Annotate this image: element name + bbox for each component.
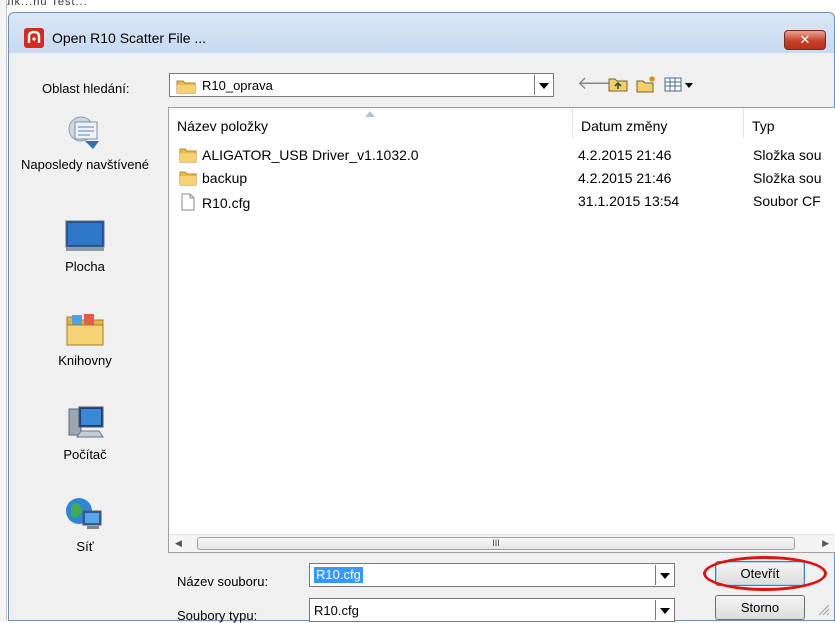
up-folder-icon[interactable] (607, 75, 629, 93)
cancel-button[interactable]: Storno (715, 595, 805, 620)
chevron-down-icon[interactable] (655, 600, 673, 620)
open-file-dialog: Open R10 Scatter File ... ✕ Oblast hledá… (8, 12, 835, 623)
file-row[interactable]: R10.cfg 31.1.2015 13:54 Soubor CF (169, 190, 835, 212)
place-label: Počítač (63, 447, 107, 462)
file-name-field[interactable]: R10.cfg (309, 563, 675, 587)
horizontal-scrollbar[interactable]: ◀ III ▶ (169, 534, 835, 552)
view-menu-icon[interactable] (663, 75, 697, 93)
background-window-edge (0, 0, 7, 621)
scroll-right-icon[interactable]: ▶ (822, 538, 829, 549)
file-name-value: R10.cfg (314, 567, 363, 583)
place-label: Naposledy navštívené (21, 157, 149, 172)
file-name: R10.cfg (202, 195, 251, 211)
folder-icon (176, 80, 196, 94)
file-type: Soubor CF (753, 193, 821, 209)
place-libraries[interactable]: Knihovny (9, 309, 161, 368)
resize-grip-icon[interactable] (818, 604, 830, 616)
look-in-value: R10_oprava (202, 78, 273, 93)
place-label: Síť (76, 539, 94, 554)
file-icon (181, 193, 195, 211)
file-type-value: R10.cfg (314, 603, 359, 618)
title-bar[interactable]: Open R10 Scatter File ... ✕ (9, 13, 834, 53)
file-type-dropdown[interactable]: R10.cfg (309, 598, 675, 622)
chevron-down-icon[interactable] (655, 565, 673, 585)
column-header-type[interactable]: Typ (744, 108, 835, 138)
file-row[interactable]: ALIGATOR_USB Driver_v1.1032.0 4.2.2015 2… (169, 144, 835, 166)
place-desktop[interactable]: Plocha (9, 217, 161, 274)
desktop-icon (65, 220, 105, 251)
folder-icon (179, 171, 197, 186)
column-header-date[interactable]: Datum změny (573, 108, 744, 138)
background-text: ulk...nu Test... (4, 0, 88, 8)
file-date: 4.2.2015 21:46 (578, 170, 672, 186)
places-bar: Naposledy navštívené Plocha Knihovny Poč… (9, 101, 161, 554)
close-button[interactable]: ✕ (784, 30, 826, 50)
file-name: backup (202, 170, 248, 186)
file-list: Název položky Datum změny Typ ALIGATOR_U… (168, 107, 835, 553)
file-row[interactable]: backup 4.2.2015 21:46 Složka sou (169, 167, 835, 189)
computer-icon (68, 406, 104, 438)
scroll-thumb[interactable]: III (197, 537, 795, 550)
new-folder-icon[interactable] (635, 75, 657, 93)
file-date: 4.2.2015 21:46 (578, 147, 672, 163)
place-network[interactable]: Síť (9, 495, 161, 554)
file-type: Složka sou (753, 147, 822, 163)
network-icon (66, 498, 102, 529)
recent-places-icon (68, 116, 99, 149)
file-name: ALIGATOR_USB Driver_v1.1032.0 (202, 147, 419, 163)
place-recent[interactable]: Naposledy navštívené (9, 113, 161, 172)
scroll-left-icon[interactable]: ◀ (175, 538, 182, 549)
app-icon (24, 28, 44, 48)
dialog-client-area: Oblast hledání: R10_oprava 🡐 Naposledy n… (9, 53, 835, 623)
sort-ascending-icon (365, 111, 375, 117)
file-date: 31.1.2015 13:54 (578, 193, 680, 209)
chevron-down-icon[interactable] (534, 75, 552, 95)
place-computer[interactable]: Počítač (9, 403, 161, 462)
back-arrow-icon[interactable]: 🡐 (577, 74, 625, 93)
file-type: Složka sou (753, 170, 822, 186)
column-header-name[interactable]: Název položky (169, 108, 573, 138)
file-name-label: Název souboru: (177, 574, 269, 589)
place-label: Plocha (65, 259, 105, 274)
open-button[interactable]: Otevřít (715, 561, 805, 586)
libraries-icon (66, 314, 104, 346)
place-label: Knihovny (58, 353, 112, 368)
look-in-dropdown[interactable]: R10_oprava (169, 73, 554, 97)
background-window-strip: ulk...nu Test... (0, 0, 835, 10)
dialog-title: Open R10 Scatter File ... (52, 30, 207, 46)
look-in-label: Oblast hledání: (42, 81, 130, 96)
folder-icon (179, 148, 197, 163)
